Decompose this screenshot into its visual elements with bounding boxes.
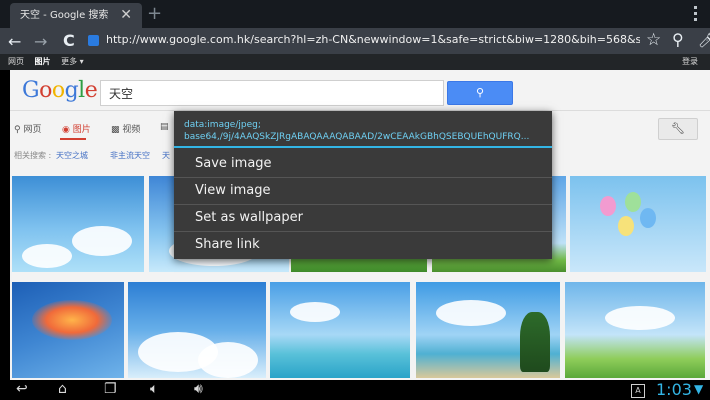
tab-title: 天空 - Google 搜索 [20, 10, 109, 21]
image-thumbnail[interactable] [570, 176, 706, 272]
tab-close-icon[interactable]: ✕ [120, 3, 132, 28]
film-icon: ▩ [111, 125, 120, 135]
image-thumbnail[interactable] [12, 282, 124, 378]
related-link[interactable]: 天 [162, 150, 170, 161]
back-nav-icon[interactable]: ↩ [16, 381, 28, 397]
tab-video-label: 视频 [122, 125, 141, 135]
logo-letter: o [39, 78, 52, 103]
image-thumbnail[interactable] [270, 282, 410, 378]
menu-item-label: View image [195, 183, 271, 198]
image-thumbnail[interactable] [565, 282, 705, 378]
menu-item-share-link[interactable]: Share link [174, 231, 552, 258]
volume-down-icon[interactable]: 🔈︎ [150, 381, 158, 397]
search-input[interactable] [100, 80, 444, 106]
home-icon[interactable]: ⌂ [58, 381, 67, 397]
overflow-menu-icon[interactable] [694, 6, 698, 24]
back-icon[interactable]: ← [8, 32, 21, 51]
related-link[interactable]: 非主流天空 [110, 150, 150, 161]
tab-images[interactable]: ◉ 图片 [62, 122, 91, 135]
image-thumbnail[interactable] [128, 282, 266, 378]
favicon-icon [88, 35, 99, 46]
search-query[interactable]: 天空 [109, 85, 133, 102]
wrench-icon[interactable]: 🔧︎ [658, 118, 698, 140]
google-bar: 网页 图片 更多 ▾ 登录 [0, 54, 710, 70]
context-menu-header: data:image/jpeg; base64,/9j/4AAQSkZJRgAB… [184, 119, 546, 143]
keyboard-badge[interactable]: A [631, 384, 645, 398]
menu-item-label: Save image [195, 156, 272, 171]
reload-icon[interactable]: C [63, 31, 75, 50]
tab-web[interactable]: ⚲ 网页 [14, 122, 41, 135]
volume-up-icon[interactable]: 🔊︎ [194, 381, 203, 397]
url-field[interactable]: http://www.google.com.hk/search?hl=zh-CN… [106, 33, 640, 46]
search-icon[interactable]: ⚲ [672, 30, 684, 49]
menu-item-save-image[interactable]: Save image [174, 150, 552, 177]
tab-active[interactable]: 天空 - Google 搜索 ✕ [10, 3, 142, 28]
wifi-icon: ▼ [694, 382, 704, 396]
logo-letter: o [51, 78, 65, 103]
logo-letter: G [22, 78, 40, 103]
clock: 1:03 [656, 380, 692, 399]
bookmark-star-icon[interactable]: ☆ [646, 30, 661, 50]
menu-item-set-wallpaper[interactable]: Set as wallpaper [174, 204, 552, 231]
related-link[interactable]: 天空之城 [56, 150, 88, 161]
gbar-item-web[interactable]: 网页 [8, 57, 24, 66]
logo-letter: e [84, 78, 98, 103]
login-link[interactable]: 登录 [682, 54, 698, 70]
forward-icon[interactable]: → [34, 32, 47, 51]
active-tab-underline [60, 138, 86, 140]
new-tab-button[interactable]: + [147, 4, 162, 24]
context-menu-url: data:image/jpeg; base64,/9j/4AAQSkZJRgAB… [184, 120, 530, 142]
logo-letter: g [64, 78, 79, 103]
tab-video[interactable]: ▩ 视频 [111, 122, 140, 135]
recent-apps-icon[interactable]: ❐ [104, 381, 117, 397]
context-menu-divider [174, 146, 552, 148]
search-button[interactable]: ⚲ [447, 81, 513, 105]
menu-item-label: Share link [195, 237, 260, 252]
search-icon: ⚲ [475, 86, 485, 99]
gbar-item-images[interactable]: 图片 [35, 57, 51, 66]
menu-item-label: Set as wallpaper [195, 210, 303, 225]
image-thumbnail[interactable] [416, 282, 560, 378]
related-label: 相关搜索 : [14, 151, 52, 160]
google-logo[interactable]: Google [22, 78, 98, 103]
tab-images-label: 图片 [72, 125, 91, 135]
search-icon: ⚲ [14, 125, 21, 135]
gbar-item-more[interactable]: 更多 ▾ [61, 57, 84, 66]
camera-icon: ◉ [62, 125, 70, 135]
tab-web-label: 网页 [23, 125, 42, 135]
image-thumbnail[interactable] [12, 176, 144, 272]
menu-item-view-image[interactable]: View image [174, 177, 552, 204]
microphone-icon[interactable]: 🎤︎ [698, 31, 710, 49]
tab-more-icon[interactable]: ▤ [160, 122, 169, 132]
